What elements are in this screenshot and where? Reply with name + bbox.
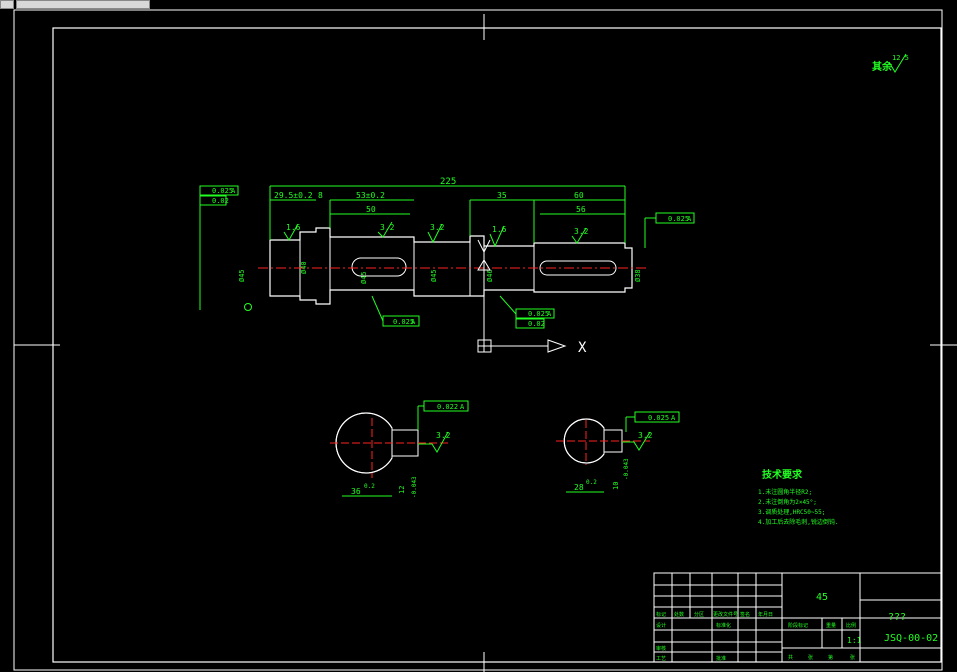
row-label: 设计 xyxy=(656,622,666,629)
dim-d3: 53±0.2 xyxy=(356,191,385,200)
cell-label: 重量 xyxy=(826,622,836,629)
tolerance-t3-ref: A xyxy=(411,318,416,326)
dim-overall: 225 xyxy=(440,177,456,187)
diameter-c: Ø45 xyxy=(360,271,368,284)
part-name: ??? xyxy=(888,612,906,623)
section-right-tol: 0.025 xyxy=(648,414,669,422)
inner-frame xyxy=(52,27,942,663)
header-cell: 签名 xyxy=(740,611,750,618)
dim-d1: 29.5±0.2 xyxy=(274,191,313,200)
section-left-dim-w: 36 xyxy=(351,487,361,496)
shaft xyxy=(258,227,648,305)
section-left-rough: 3.2 xyxy=(436,431,451,440)
sheet-label: 张 xyxy=(850,654,855,661)
section-right-rough: 3.2 xyxy=(638,431,653,440)
dim-d2: 8 xyxy=(318,191,323,200)
roughness-r4: 1.6 xyxy=(492,225,507,234)
tolerance-t1: 0.025 xyxy=(212,187,233,195)
tolerance-frames: 0.025 A 0.02 0.025 A 0.025 A 0.02 0.025 … xyxy=(199,185,695,329)
section-left-tol: 0.022 xyxy=(437,403,458,411)
tech-req-title: 技术要求 xyxy=(762,468,803,481)
section-right-dim-h: 10 xyxy=(612,482,620,490)
tech-req-item: 4.加工后去除毛刺,锐边倒钝. xyxy=(758,518,838,526)
drawing-number: JSQ-00-02 xyxy=(884,633,938,644)
tech-req-item: 3.调质处理,HRC50~55; xyxy=(758,508,825,516)
tolerance-t1-ref: A xyxy=(231,187,236,195)
diameter-f: Ø46 xyxy=(486,269,494,282)
ucs-x-label: X xyxy=(578,340,587,356)
cell-label: 比例 xyxy=(846,622,856,629)
cell-label: 批准 xyxy=(716,655,726,662)
tolerance-t4: 0.025 xyxy=(528,310,549,318)
tech-req-item: 2.未注倒角为2×45°; xyxy=(758,498,817,506)
header-cell: 处数 xyxy=(674,611,684,618)
header-cell: 标记 xyxy=(656,611,666,618)
roughness-note-value: 12.5 xyxy=(892,54,909,62)
tolerance-t6: 0.025 xyxy=(668,215,689,223)
dim-d4: 50 xyxy=(366,205,376,214)
shaft-outline xyxy=(269,227,633,305)
section-right-dim-h-tol: -0.043 xyxy=(623,458,630,480)
section-right-ref: A xyxy=(671,414,676,422)
sheet-label: 共 xyxy=(788,654,793,661)
cell-label: 标准化 xyxy=(716,622,731,629)
section-left: 0.022 A 3.2 36 0.2 12 -0.043 xyxy=(330,400,469,498)
sheet-label: 第 xyxy=(828,654,833,661)
roughness-r5: 3.2 xyxy=(574,227,589,236)
ucs-x-arrow xyxy=(547,339,567,353)
roughness-note-label: 其余 xyxy=(872,60,893,73)
scale: 1:1 xyxy=(847,636,862,645)
technical-requirements: 技术要求 1.未注圆角半径R2; 2.未注倒角为2×45°; 3.调质处理,HR… xyxy=(758,468,838,526)
section-left-ref: A xyxy=(460,403,465,411)
dim-d5: 35 xyxy=(497,191,507,200)
sheet-label: 张 xyxy=(808,654,813,661)
section-left-dim-h: 12 xyxy=(398,486,406,494)
diameter-e: Ø38 xyxy=(634,269,642,282)
tolerance-t6-ref: A xyxy=(687,215,692,223)
tech-req-item: 1.未注圆角半径R2; xyxy=(758,488,812,496)
diameter-d: Ø45 xyxy=(430,269,438,282)
header-cell: 年月日 xyxy=(758,611,773,618)
diameter-a: Ø45 xyxy=(238,269,246,282)
cad-drawing: 其余 12.5 225 29.5±0.2 8 53±0.2 50 35 60 5… xyxy=(13,9,957,672)
diameter-b: Ø40 xyxy=(300,261,308,274)
section-right-dim-w-tol: 0.2 xyxy=(586,479,597,486)
ucs-icon: X xyxy=(477,236,587,356)
leader-line xyxy=(371,295,384,322)
dim-d7: 56 xyxy=(576,205,586,214)
title-block: 标记 处数 分区 更改文件号 签名 年月日 设计 审核 工艺 标准化 批准 阶段… xyxy=(653,572,942,663)
section-left-dim-w-tol: 0.2 xyxy=(364,483,375,490)
section-right-dim-w: 28 xyxy=(574,483,584,492)
dimensions: 225 29.5±0.2 8 53±0.2 50 35 60 56 xyxy=(269,177,626,243)
tolerance-t4-ref: A xyxy=(547,310,552,318)
material: 45 xyxy=(816,592,828,603)
roughness-r3: 3.2 xyxy=(430,223,445,232)
header-cell: 更改文件号 xyxy=(713,611,738,618)
dim-d6: 60 xyxy=(574,191,584,200)
leader-line xyxy=(499,295,517,315)
cell-label: 阶段标记 xyxy=(788,622,808,629)
section-left-dim-h-tol: -0.043 xyxy=(411,476,418,498)
row-label: 审核 xyxy=(656,645,666,652)
tolerance-t2: 0.02 xyxy=(212,197,229,205)
header-cell: 分区 xyxy=(694,611,704,618)
section-right: 0.025 A 3.2 28 0.2 10 -0.043 xyxy=(556,411,680,493)
tolerance-t5: 0.02 xyxy=(528,320,545,328)
datum-symbol xyxy=(244,303,252,311)
roughness-r1: 1.6 xyxy=(286,223,301,232)
row-label: 工艺 xyxy=(656,656,666,662)
diameter-labels: Ø45 Ø40 Ø45 Ø45 Ø46 Ø38 xyxy=(238,261,642,284)
